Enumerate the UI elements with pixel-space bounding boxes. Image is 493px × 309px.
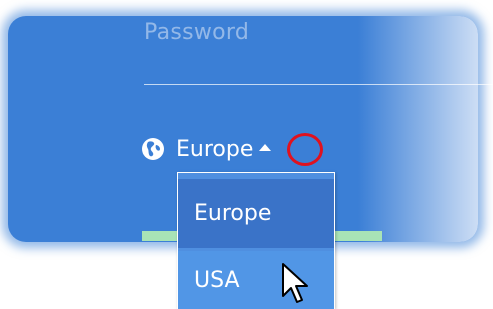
mouse-pointer-icon <box>281 262 311 306</box>
selected-region-label: Europe <box>176 136 254 162</box>
login-screen: Password Europe Europe USA <box>0 0 493 309</box>
region-dropdown: Europe USA <box>177 172 335 309</box>
region-toggle-button[interactable] <box>255 139 275 159</box>
region-selector[interactable]: Europe <box>140 132 275 166</box>
region-option-europe[interactable]: Europe <box>178 179 334 248</box>
password-placeholder: Password <box>144 20 250 45</box>
option-label: Europe <box>194 201 272 226</box>
password-field[interactable]: Password <box>144 20 249 45</box>
highlight-annotation-circle <box>287 133 323 166</box>
up-arrow-icon <box>259 144 272 151</box>
option-label: USA <box>194 267 240 293</box>
globe-icon <box>140 136 166 162</box>
panel-edge-fade <box>358 16 478 242</box>
password-field-underline <box>144 84 493 85</box>
